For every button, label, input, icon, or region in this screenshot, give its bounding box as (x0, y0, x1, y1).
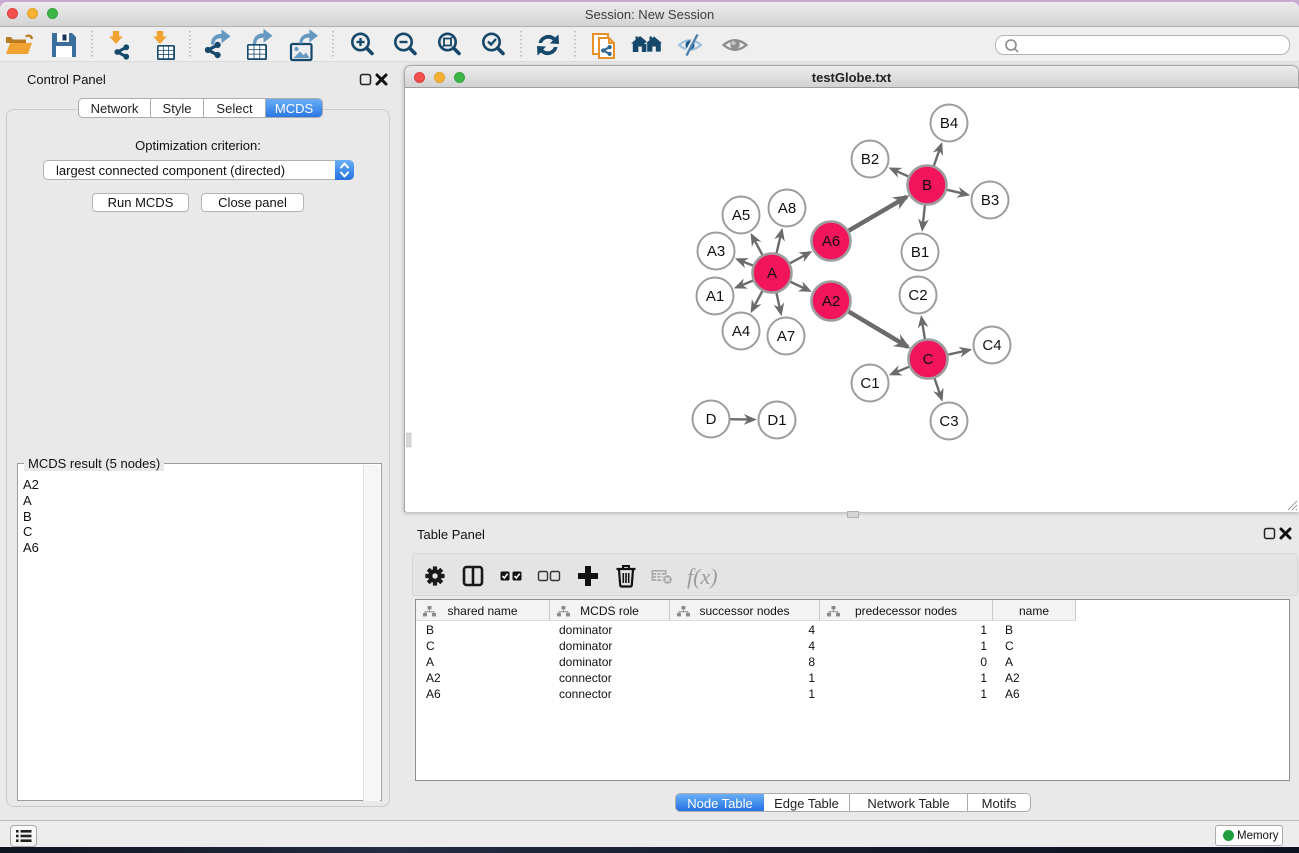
svg-text:f(x): f(x) (687, 564, 718, 589)
svg-text:B4: B4 (940, 115, 958, 132)
svg-text:C1: C1 (860, 375, 879, 392)
svg-text:B2: B2 (861, 151, 879, 168)
svg-text:A: A (767, 265, 777, 282)
svg-text:A1: A1 (706, 288, 724, 305)
svg-text:A3: A3 (707, 243, 725, 260)
svg-text:A4: A4 (732, 323, 750, 340)
svg-text:B1: B1 (911, 244, 929, 261)
svg-text:B: B (922, 177, 932, 194)
svg-text:C3: C3 (939, 413, 958, 430)
svg-text:A7: A7 (777, 328, 795, 345)
svg-text:B3: B3 (981, 192, 999, 209)
svg-text:C: C (923, 351, 934, 368)
svg-text:A8: A8 (778, 200, 796, 217)
svg-text:C2: C2 (908, 287, 927, 304)
svg-text:A6: A6 (822, 233, 840, 250)
svg-text:D: D (706, 411, 717, 428)
svg-text:A2: A2 (822, 293, 840, 310)
svg-text:A5: A5 (732, 207, 750, 224)
svg-text:C4: C4 (982, 337, 1001, 354)
svg-text:D1: D1 (767, 412, 786, 429)
